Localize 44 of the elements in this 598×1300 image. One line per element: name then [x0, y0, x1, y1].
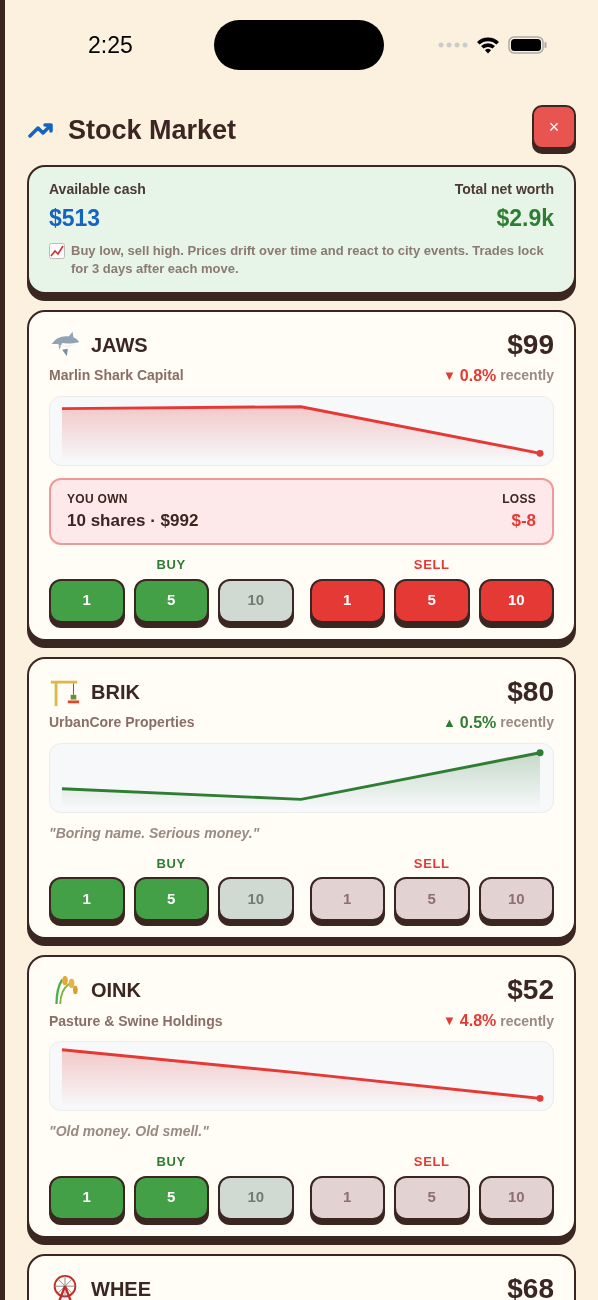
stock-price: $99 — [507, 327, 554, 362]
sell-label: SELL — [413, 556, 450, 574]
change-note: recently — [500, 1011, 554, 1031]
net-worth-label: Total net worth — [454, 180, 554, 199]
trend-arrow: ▼ — [442, 366, 456, 385]
stock-tagline: "Boring name. Serious money." — [49, 823, 261, 843]
stock-ticker: BRIK — [91, 679, 140, 705]
net-worth-amount: $2.9k — [496, 204, 554, 233]
stock-ticker: WHEE — [91, 1276, 151, 1300]
stock-ticker: JAWS — [91, 332, 148, 358]
company-name: UrbanCore Properties — [49, 713, 195, 732]
change-percent: 0.5% — [459, 712, 497, 733]
buy-label: BUY — [156, 1153, 186, 1171]
cash-label: Available cash — [49, 180, 146, 199]
company-name: Marlin Shark Capital — [49, 366, 184, 385]
change-note: recently — [500, 713, 554, 732]
stock-tagline: "Old money. Old smell." — [49, 1122, 210, 1141]
trend-arrow: ▲ — [442, 713, 456, 732]
stock-price: $52 — [507, 973, 554, 1007]
buy-label: BUY — [156, 556, 186, 574]
change-note: recently — [500, 366, 554, 385]
status-time: 2:25 — [88, 30, 134, 60]
battery-icon — [508, 36, 548, 54]
sell-label: SELL — [413, 854, 450, 873]
trend-arrow: ▼ — [442, 1012, 456, 1031]
change-percent: 4.8% — [459, 1011, 497, 1031]
trending-up-icon — [28, 121, 54, 139]
result-label: LOSS — [502, 490, 536, 508]
company-name: Pasture & Swine Holdings — [49, 1011, 223, 1031]
cash-amount: $513 — [49, 204, 101, 233]
holding-value: 10 shares · $992 — [67, 509, 199, 532]
chart-icon — [49, 242, 65, 259]
buy-label: BUY — [156, 854, 186, 873]
info-note: Buy low, sell high. Prices drift over time and react to city events. Trades lock for 3 days after each move. — [71, 241, 545, 278]
stock-ticker: OINK — [91, 978, 141, 1003]
wifi-icon — [476, 36, 500, 54]
stock-price: $80 — [507, 674, 554, 709]
sell-label: SELL — [413, 1153, 450, 1171]
result-value: $-8 — [511, 509, 536, 532]
page-title: Stock Market — [68, 113, 237, 147]
holding-label: YOU OWN — [67, 490, 129, 508]
signal-icon — [438, 42, 468, 48]
stock-price: $68 — [507, 1271, 554, 1300]
change-percent: 0.8% — [459, 365, 497, 386]
